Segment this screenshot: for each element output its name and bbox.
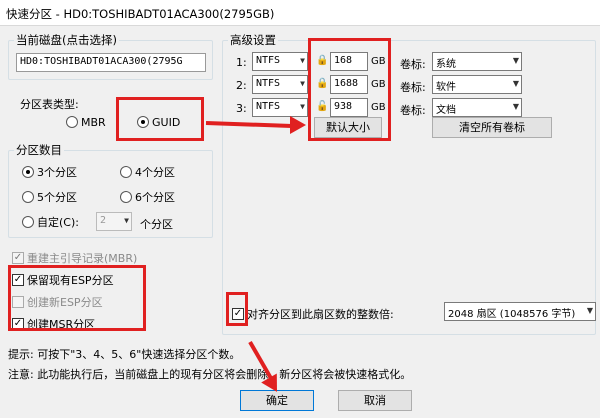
row3-vol-select[interactable]: 文档 ▼ [432,98,522,117]
disk-selector[interactable]: HD0:TOSHIBADT01ACA300(2795G [16,53,206,72]
checkbox-rebuild-mbr-label: 重建主引导记录(MBR) [27,252,138,265]
chevron-down-icon: ▼ [512,56,519,65]
align-value: 2048 扇区 (1048576 字节) [448,309,576,320]
row2-vol-value: 软件 [436,82,456,93]
radio-3-label: 3个分区 [37,166,77,179]
annotation-box-checkboxes [8,265,146,331]
chevron-down-icon: ▼ [300,56,305,65]
chevron-down-icon: ▼ [300,102,305,111]
chevron-down-icon: ▼ [586,306,593,315]
checkbox-align[interactable]: ✓ 对齐分区到此扇区数的整数倍: [232,306,394,322]
radio-4-circle [120,166,132,178]
custom-count-suffix: 个分区 [140,218,173,231]
row1-fs-select[interactable]: NTFS ▼ [252,52,308,71]
custom-count-value: 2 [100,215,107,226]
chevron-down-icon: ▼ [300,79,305,88]
row1-vol-value: 系统 [436,59,456,70]
radio-custom[interactable]: 自定(C): [22,214,79,230]
radio-6-circle [120,191,132,203]
cancel-button[interactable]: 取消 [338,390,412,411]
row3-fs-select[interactable]: NTFS ▼ [252,98,308,117]
row3-vol-label: 卷标: [400,104,426,117]
radio-mbr[interactable]: MBR [66,115,106,129]
row1-vol-select[interactable]: 系统 ▼ [432,52,522,71]
radio-3-circle [22,166,34,178]
row3-index: 3: [236,102,247,115]
radio-4-partitions[interactable]: 4个分区 [120,164,175,180]
checkbox-align-label: 对齐分区到此扇区数的整数倍: [247,308,394,321]
window-title: 快速分区 - HD0:TOSHIBADT01ACA300(2795GB) [6,7,275,21]
clear-labels-button[interactable]: 清空所有卷标 [432,117,552,138]
checkbox-rebuild-mbr-box: ✓ [12,252,24,264]
row1-fs-value: NTFS [256,55,281,66]
row1-vol-label: 卷标: [400,58,426,71]
custom-count-select[interactable]: 2 ▼ [96,212,132,231]
annotation-box-align [226,292,248,326]
radio-custom-circle [22,216,34,228]
checkbox-rebuild-mbr[interactable]: ✓ 重建主引导记录(MBR) [12,250,137,266]
align-select[interactable]: 2048 扇区 (1048576 字节) ▼ [444,302,596,321]
radio-custom-label: 自定(C): [37,216,79,229]
row2-vol-select[interactable]: 软件 ▼ [432,75,522,94]
radio-4-label: 4个分区 [135,166,175,179]
annotation-box-guid [116,97,204,141]
ok-button[interactable]: 确定 [240,390,314,411]
radio-mbr-circle [66,116,78,128]
row3-fs-value: NTFS [256,101,281,112]
chevron-down-icon: ▼ [512,79,519,88]
radio-6-partitions[interactable]: 6个分区 [120,189,175,205]
chevron-down-icon: ▼ [124,216,129,225]
annotation-box-sizes [308,38,391,141]
row3-vol-value: 文档 [436,105,456,116]
row2-fs-value: NTFS [256,78,281,89]
advanced-label: 高级设置 [228,32,278,48]
chevron-down-icon: ▼ [512,102,519,111]
radio-5-circle [22,191,34,203]
radio-5-label: 5个分区 [37,191,77,204]
title-bar: 快速分区 - HD0:TOSHIBADT01ACA300(2795GB) [0,0,600,26]
radio-5-partitions[interactable]: 5个分区 [22,189,77,205]
hint-line-1: 提示: 可按下"3、4、5、6"快速选择分区个数。 [8,348,241,361]
row2-vol-label: 卷标: [400,81,426,94]
annotation-arrow-head [290,116,306,134]
partition-count-label: 分区数目 [14,142,64,158]
row1-index: 1: [236,56,247,69]
row2-index: 2: [236,79,247,92]
disk-label: 当前磁盘(点击选择) [14,32,119,48]
radio-3-partitions[interactable]: 3个分区 [22,164,77,180]
hint-line-2: 注意: 此功能执行后，当前磁盘上的现有分区将会删除。新分区将会被快速格式化。 [8,368,412,381]
radio-6-label: 6个分区 [135,191,175,204]
radio-mbr-label: MBR [81,115,106,129]
partition-type-label: 分区表类型: [20,98,79,111]
row2-fs-select[interactable]: NTFS ▼ [252,75,308,94]
